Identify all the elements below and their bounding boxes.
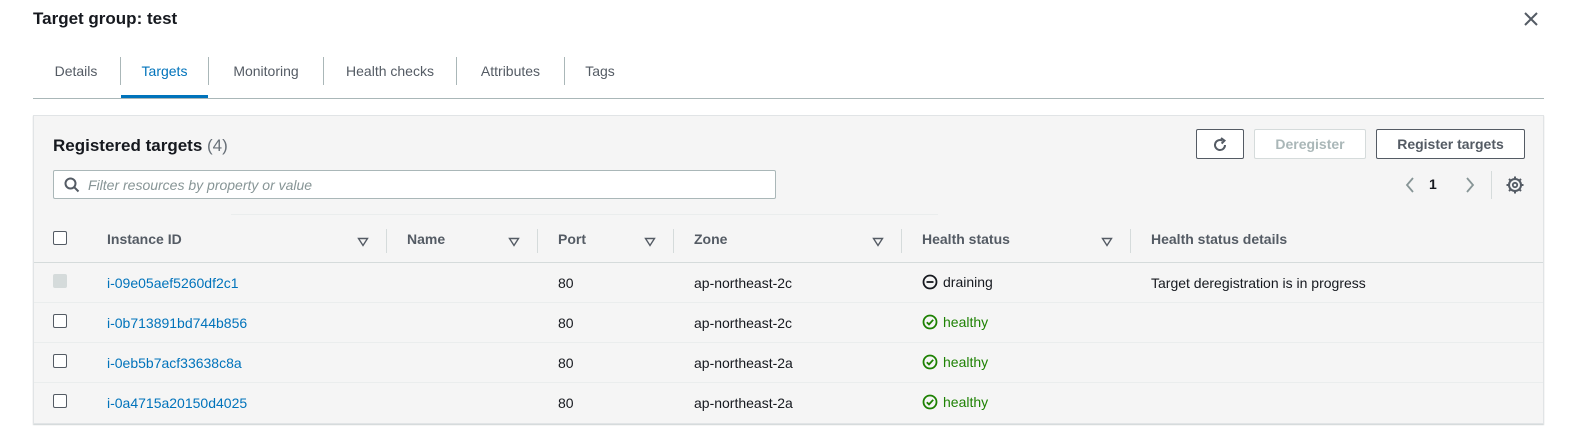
filter-input[interactable] [88, 174, 768, 195]
instance-id-link[interactable]: i-0b713891bd744b856 [107, 315, 247, 331]
next-page-icon[interactable] [1460, 174, 1480, 196]
pager-divider [1491, 171, 1492, 199]
health-status-text: healthy [943, 394, 989, 410]
page-title: Target group: test [33, 9, 178, 28]
row-checkbox [53, 274, 67, 288]
column-header-health-status-details: Health status details [1151, 231, 1288, 247]
tab-details[interactable]: Details [33, 53, 119, 98]
zone-cell: ap-northeast-2a [694, 355, 793, 371]
panel-title: Registered targets (4) [53, 136, 228, 156]
close-icon[interactable] [1520, 8, 1542, 30]
zone-cell: ap-northeast-2c [694, 315, 793, 331]
row-checkbox[interactable] [53, 394, 67, 408]
check-circle-icon [922, 354, 938, 370]
table-row[interactable]: i-0eb5b7acf33638c8a 80 ap-northeast-2a h… [34, 343, 1543, 383]
check-circle-icon [922, 314, 938, 330]
instance-id-link[interactable]: i-09e05aef5260df2c1 [107, 275, 239, 291]
health-status: healthy [922, 394, 988, 410]
register-targets-button[interactable]: Register targets [1376, 129, 1525, 159]
column-divider [386, 229, 387, 253]
tab-monitoring[interactable]: Monitoring [209, 53, 323, 98]
column-divider [537, 229, 538, 253]
port-cell: 80 [558, 275, 574, 291]
table-row[interactable]: i-09e05aef5260df2c1 80 ap-northeast-2c d… [34, 263, 1543, 303]
check-circle-icon [922, 394, 938, 410]
tab-tags[interactable]: Tags [565, 53, 635, 98]
instance-id-link[interactable]: i-0a4715a20150d4025 [107, 395, 247, 411]
previous-page-icon[interactable] [1400, 174, 1420, 196]
zone-cell: ap-northeast-2a [694, 395, 793, 411]
sort-instance-id-icon[interactable] [357, 234, 369, 247]
column-header-health-status[interactable]: Health status [922, 231, 1010, 247]
health-status-text: draining [943, 274, 993, 290]
table-header: Instance ID Name Port Zone Health status… [34, 217, 1543, 263]
registered-targets-panel: Registered targets (4) Deregister Regist… [33, 115, 1544, 424]
deregister-button[interactable]: Deregister [1254, 129, 1366, 159]
minus-circle-icon [922, 274, 938, 290]
sort-port-icon[interactable] [644, 234, 656, 247]
page-number[interactable]: 1 [1429, 176, 1437, 192]
health-status-text: healthy [943, 354, 989, 370]
tab-targets[interactable]: Targets [121, 53, 208, 98]
health-status-text: healthy [943, 314, 989, 330]
port-cell: 80 [558, 395, 574, 411]
table-row[interactable]: i-0a4715a20150d4025 80 ap-northeast-2a h… [34, 383, 1543, 423]
panel-title-text: Registered targets [53, 136, 203, 155]
settings-gear-icon[interactable] [1504, 174, 1526, 196]
port-cell: 80 [558, 315, 574, 331]
sort-health-status-icon[interactable] [1101, 234, 1113, 247]
column-divider [901, 229, 902, 253]
column-divider [1130, 229, 1131, 253]
row-checkbox[interactable] [53, 354, 67, 368]
refresh-button[interactable] [1196, 129, 1244, 159]
row-checkbox[interactable] [53, 314, 67, 328]
health-status: healthy [922, 314, 988, 330]
zone-cell: ap-northeast-2c [694, 275, 793, 291]
instance-id-link[interactable]: i-0eb5b7acf33638c8a [107, 355, 242, 371]
port-cell: 80 [558, 355, 574, 371]
column-header-name[interactable]: Name [407, 231, 445, 247]
column-divider [673, 229, 674, 253]
sort-zone-icon[interactable] [872, 234, 884, 247]
sort-name-icon[interactable] [508, 234, 520, 247]
column-header-port[interactable]: Port [558, 231, 586, 247]
table-row[interactable]: i-0b713891bd744b856 80 ap-northeast-2c h… [34, 303, 1543, 343]
health-status: healthy [922, 354, 988, 370]
tab-bar: Details Targets Monitoring Health checks… [33, 53, 1544, 99]
target-count: (4) [207, 136, 228, 155]
search-icon [64, 177, 80, 193]
select-all-checkbox[interactable] [53, 231, 67, 245]
header-top-border [231, 214, 938, 215]
refresh-icon [1211, 136, 1229, 152]
tab-health-checks[interactable]: Health checks [324, 53, 456, 98]
health-status: draining [922, 274, 993, 290]
health-status-details-cell: Target deregistration is in progress [1151, 275, 1366, 291]
tab-attributes[interactable]: Attributes [457, 53, 564, 98]
filter-input-container [53, 170, 776, 199]
column-header-zone[interactable]: Zone [694, 231, 727, 247]
column-header-instance-id[interactable]: Instance ID [107, 231, 182, 247]
